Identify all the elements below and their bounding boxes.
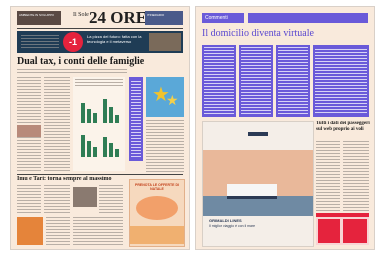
ferry-ship	[227, 184, 277, 199]
chart-bar	[87, 141, 91, 157]
text-column-1	[17, 77, 41, 171]
top-banner: -1 La pizza del futuro: fatta con la tec…	[17, 31, 183, 53]
pasta-ad-band	[130, 226, 184, 244]
blue-block-3	[276, 45, 310, 117]
second-text-col-3	[99, 185, 123, 213]
chart-bar	[81, 103, 85, 123]
chart-bar	[115, 115, 119, 123]
blue-block-lines	[204, 47, 234, 115]
banner-text-lines	[21, 35, 59, 49]
masthead-right-box-text: ITINERARIO	[147, 13, 165, 17]
header-strip	[248, 13, 368, 23]
section-divider	[17, 174, 183, 175]
blue-block-1	[202, 45, 236, 117]
badge-label: -1	[68, 37, 77, 47]
side-text-col-2	[343, 141, 369, 211]
blue-block-lines	[241, 47, 271, 115]
red-table-block	[343, 219, 367, 243]
red-table-header	[316, 213, 369, 217]
red-table	[316, 213, 369, 245]
chart-bar	[115, 149, 119, 157]
chart-bar	[103, 99, 107, 123]
right-column-text	[146, 120, 184, 172]
section-tab-label: Commenti	[205, 15, 228, 21]
blue-table	[313, 45, 369, 117]
red-table-block	[318, 219, 340, 243]
ferry-ad: GRIMALDI LINES Il miglior viaggio è con …	[202, 121, 314, 247]
chart-bar	[87, 109, 91, 123]
chart-bar	[93, 113, 97, 123]
blue-sidebar-lines	[131, 81, 141, 157]
blue-block-lines	[278, 47, 308, 115]
small-photo	[17, 125, 41, 137]
side-headline: Tutti i dati dei passeggeri sul web prop…	[316, 121, 370, 132]
left-page: AMBIENTE IN SVILUPPO Il Sole 24 ORE ITIN…	[10, 6, 190, 250]
section-tab: Commenti	[202, 13, 244, 23]
infographic	[73, 77, 125, 171]
ferry-ad-sea	[203, 196, 313, 216]
second-text-col-2	[44, 185, 70, 213]
blue-table-lines	[315, 49, 367, 113]
second-headline: Imu e Tari: torna sempre al massimo	[17, 176, 112, 182]
right-headline: Il domicilio diventa virtuale	[202, 28, 314, 39]
masthead-rule	[17, 28, 183, 29]
banner-headline: La pizza del futuro: fatta con la tecnol…	[87, 34, 142, 44]
blue-sidebar	[129, 77, 143, 161]
red-badge: -1	[63, 32, 83, 52]
bottom-orange-photo	[17, 217, 43, 245]
pasta-ad: PRENOTA LE OFFERTE DI NATALE	[129, 179, 185, 247]
portrait-photo	[73, 187, 97, 207]
ferry-ad-tagline: Il miglior viaggio è con il mare	[209, 224, 256, 228]
masthead-right-box: ITINERARIO	[145, 11, 183, 25]
ferry-ad-brand: GRIMALDI LINES	[209, 218, 242, 223]
masthead-left-box: AMBIENTE IN SVILUPPO	[17, 11, 61, 25]
chart-bar	[103, 137, 107, 157]
banner-photo	[149, 33, 181, 51]
bottom-text-col-2	[73, 217, 123, 245]
chart-bar	[109, 107, 113, 123]
pasta-ad-image	[136, 196, 178, 220]
text-column-2	[44, 77, 70, 171]
chart-bar	[81, 135, 85, 157]
blue-block-2	[239, 45, 273, 117]
starfish-photo: ★ ★	[146, 77, 184, 117]
masthead-left-box-text: AMBIENTE IN SVILUPPO	[19, 13, 55, 17]
side-text-col-1	[316, 141, 340, 211]
main-subhead-lines	[17, 69, 127, 74]
masthead-prefix: Il Sole	[73, 12, 89, 18]
bottom-text-col-1	[46, 217, 70, 245]
chart-bar	[109, 143, 113, 157]
infographic-caption	[75, 79, 123, 87]
ferry-ad-logo	[248, 132, 268, 136]
pasta-ad-text: PRENOTA LE OFFERTE DI NATALE	[135, 183, 179, 191]
right-page: Commenti Il domicilio diventa virtuale G…	[195, 6, 375, 250]
starfish-icon: ★	[166, 94, 179, 109]
second-text-col-1	[17, 185, 41, 213]
chart-bar	[93, 147, 97, 157]
masthead-title: 24 ORE	[89, 8, 148, 27]
main-headline: Dual tax, i conti delle famiglie	[17, 56, 145, 67]
